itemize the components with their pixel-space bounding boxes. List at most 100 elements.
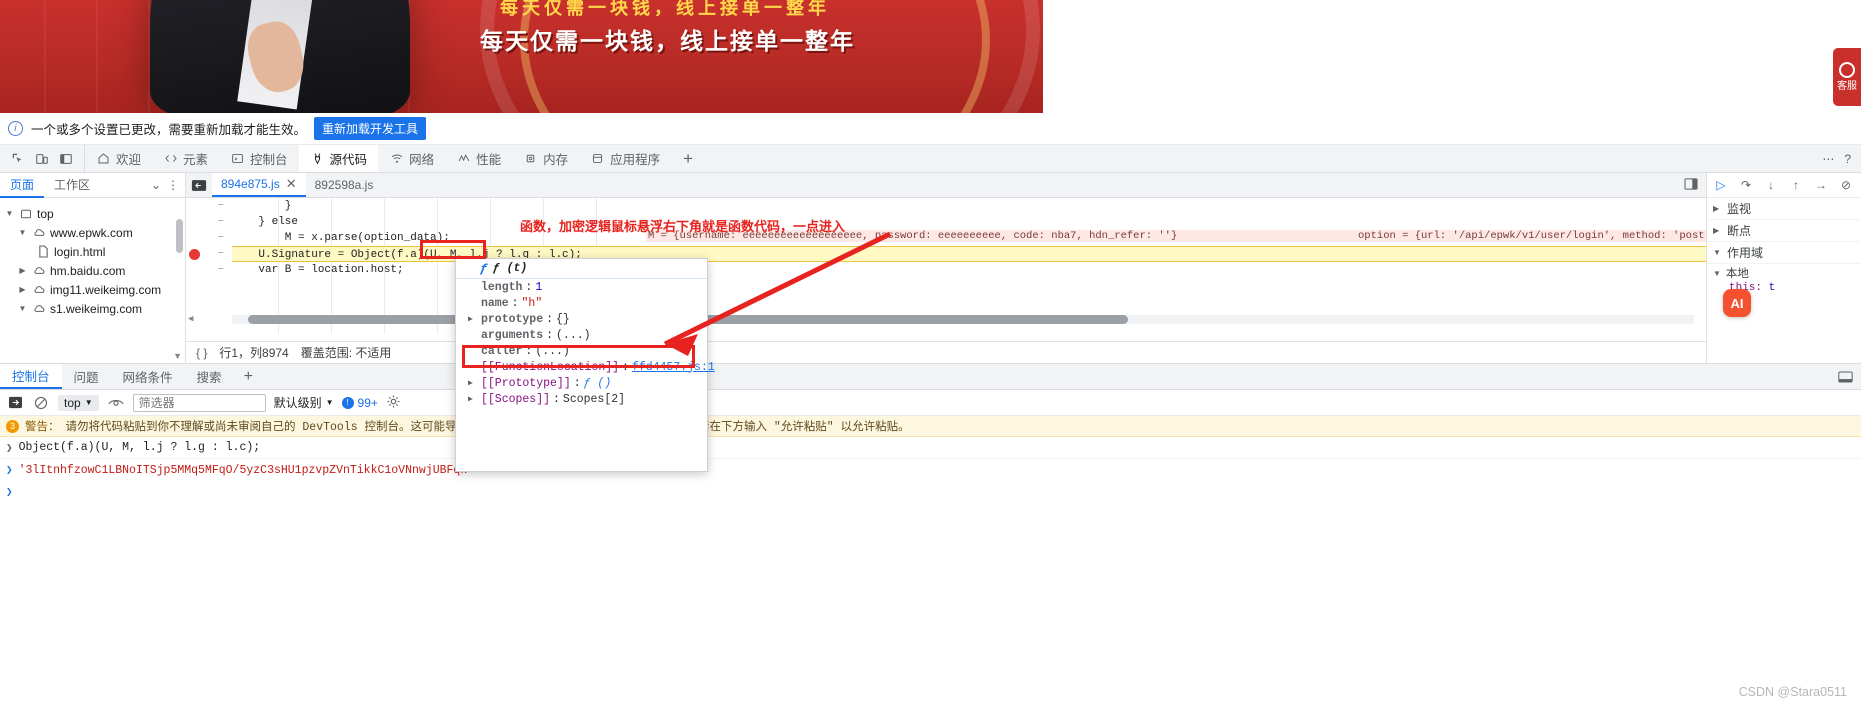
clear-console-icon[interactable] (6, 394, 24, 412)
fn-prop-length[interactable]: length : 1 (456, 279, 707, 295)
tab-network[interactable]: 网络 (378, 145, 445, 172)
step-button[interactable]: → (1813, 177, 1829, 193)
console-message-list: 3 警告： 请勿将代码粘贴到你不理解或尚未审阅自己的 DevTools 控制台。… (0, 416, 1861, 708)
console-warning-message[interactable]: 3 警告： 请勿将代码粘贴到你不理解或尚未审阅自己的 DevTools 控制台。… (0, 416, 1861, 437)
editor-tab-892598a[interactable]: 892598a.js (305, 173, 383, 197)
code-editor[interactable]: − − − − − } } else M = x.parse(option_da… (186, 198, 1706, 334)
fn-prop-name[interactable]: name : "h" (456, 295, 707, 311)
input-chevron-icon: ❯ (6, 442, 13, 455)
step-out-button[interactable]: ↑ (1788, 177, 1804, 193)
tab-performance[interactable]: 性能 (445, 145, 512, 172)
more-vertical-icon[interactable]: ⋮ (167, 178, 179, 192)
fn-prop-key: [[Prototype]] (481, 376, 571, 390)
chevron-down-icon[interactable]: ⌄ (151, 178, 161, 192)
gear-icon[interactable] (386, 394, 401, 412)
step-over-button[interactable]: ↷ (1738, 177, 1754, 193)
tree-item-top[interactable]: ▼ top (4, 204, 185, 223)
tree-item-img11-label: img11.weikeimg.com (50, 282, 162, 297)
cloud-icon (32, 302, 46, 316)
dock-side-icon[interactable] (56, 149, 76, 169)
add-tab-button[interactable]: + (671, 145, 705, 172)
fn-prop-value[interactable]: (...) (556, 329, 591, 342)
console-prompt[interactable]: ❯ (0, 481, 1861, 503)
chevron-down-icon: ▼ (84, 398, 93, 407)
expand-caret-icon[interactable]: ▶ (468, 394, 478, 404)
expand-caret-icon[interactable]: ▼ (17, 228, 28, 237)
tree-item-img11[interactable]: ▶ img11.weikeimg.com (4, 280, 185, 299)
live-expression-icon[interactable] (107, 394, 125, 412)
line-number: − (217, 216, 224, 228)
issues-count-button[interactable]: ! 99+ (341, 396, 378, 410)
collapse-caret-icon[interactable]: ▶ (17, 285, 28, 294)
expand-caret-icon[interactable]: ▼ (17, 304, 28, 313)
popout-icon[interactable] (1684, 177, 1698, 193)
tree-item-hm-baidu[interactable]: ▶ hm.baidu.com (4, 261, 185, 280)
execution-context-select[interactable]: top ▼ (58, 394, 99, 411)
drawer-close-icon[interactable] (1838, 364, 1861, 389)
drawer-tab-issues[interactable]: 问题 (62, 364, 111, 389)
tab-application[interactable]: 应用程序 (579, 145, 671, 172)
deactivate-breakpoints-button[interactable]: ⊘ (1838, 177, 1854, 193)
banner-top-text: 每天仅需一块钱，线上接单一整年 (500, 0, 830, 16)
navigator-scroll-down-icon[interactable]: ▼ (173, 351, 182, 361)
editor-tab-894e875-label: 894e875.js (221, 177, 280, 191)
no-entry-icon[interactable] (32, 394, 50, 412)
customer-service-button[interactable]: 客服 (1833, 48, 1861, 106)
nav-tab-page[interactable]: 页面 (0, 173, 45, 198)
collapse-caret-icon: ▶ (1713, 204, 1720, 213)
tab-memory[interactable]: 内存 (512, 145, 579, 172)
inspect-element-icon[interactable] (8, 149, 28, 169)
tab-network-label: 网络 (409, 153, 435, 167)
customer-service-label: 客服 (1837, 81, 1857, 92)
reload-devtools-button[interactable]: 重新加载开发工具 (314, 117, 427, 140)
scroll-left-icon[interactable]: ◀ (188, 314, 193, 324)
debugger-section-watch[interactable]: ▶ 监视 (1707, 198, 1861, 220)
console-level-select[interactable]: 默认级别 ▼ (274, 394, 334, 411)
navigator-scrollbar[interactable] (176, 219, 183, 253)
expand-caret-icon[interactable]: ▼ (4, 209, 15, 218)
more-options-icon[interactable]: ⋯ (1822, 152, 1834, 166)
fn-prop-scopes[interactable]: ▶ [[Scopes]] : Scopes[2] (456, 391, 707, 407)
devtools-right-icons: ⋯ ? (1822, 145, 1861, 172)
tree-item-login-html[interactable]: login.html (4, 242, 185, 261)
drawer-tab-console[interactable]: 控制台 (0, 364, 62, 389)
help-icon[interactable]: ? (1844, 152, 1851, 166)
drawer-add-tab-button[interactable]: + (234, 364, 263, 389)
tab-sources[interactable]: 源代码 (298, 145, 379, 172)
show-navigator-icon[interactable] (186, 173, 212, 197)
fn-prop-prototype-internal[interactable]: ▶ [[Prototype]] : ƒ () (456, 375, 707, 391)
collapse-caret-icon[interactable]: ▶ (17, 266, 28, 275)
tab-welcome[interactable]: 欢迎 (85, 145, 152, 172)
expand-caret-icon[interactable]: ▶ (468, 378, 478, 388)
editor-hscrollbar-track[interactable] (232, 315, 1694, 324)
tree-item-s1-weikeimg[interactable]: ▼ s1.weikeimg.com (4, 299, 185, 318)
console-filter-input[interactable] (132, 393, 266, 412)
debugger-section-breakpoints[interactable]: ▶ 断点 (1707, 220, 1861, 242)
close-icon[interactable]: ✕ (286, 176, 297, 192)
resume-script-button[interactable]: ▷ (1713, 177, 1729, 193)
debugger-section-scope[interactable]: ▼ 作用域 (1707, 242, 1861, 264)
cursor-position-label: 行1，列8974 (219, 346, 289, 360)
home-icon (96, 151, 111, 166)
ai-assistant-badge[interactable]: AI (1723, 289, 1751, 317)
step-into-button[interactable]: ↓ (1763, 177, 1779, 193)
fn-prop-prototype[interactable]: ▶ prototype : {} (456, 311, 707, 327)
console-output-value[interactable]: ❮ '3lItnhfzowC1LBNoITSjp5MMq5MFqO/5yzC3s… (0, 459, 1861, 481)
tab-console[interactable]: 控制台 (219, 145, 299, 172)
scope-local-group[interactable]: ▼ 本地 (1707, 264, 1861, 282)
breakpoint-marker[interactable] (189, 249, 200, 260)
tab-performance-label: 性能 (476, 153, 502, 167)
console-input-echo[interactable]: ❯ Object(f.a)(U, M, l.j ? l.g : l.c); (0, 437, 1861, 459)
tab-application-label: 应用程序 (610, 153, 661, 167)
drawer-tab-network-conditions[interactable]: 网络条件 (111, 364, 185, 389)
tree-item-epwk[interactable]: ▼ www.epwk.com (4, 223, 185, 242)
tab-elements[interactable]: 元素 (152, 145, 219, 172)
nav-tab-workspace[interactable]: 工作区 (44, 173, 100, 198)
drawer-tab-search[interactable]: 搜索 (185, 364, 234, 389)
fn-prop-arguments[interactable]: arguments : (...) (456, 327, 707, 343)
editor-tab-894e875[interactable]: 894e875.js ✕ (212, 173, 306, 197)
editor-pane: 894e875.js ✕ 892598a.js − − − − −}} el… (186, 173, 1706, 363)
device-toolbar-icon[interactable] (32, 149, 52, 169)
pretty-print-icon[interactable]: { } (196, 346, 207, 360)
expand-caret-icon[interactable]: ▶ (468, 314, 478, 324)
